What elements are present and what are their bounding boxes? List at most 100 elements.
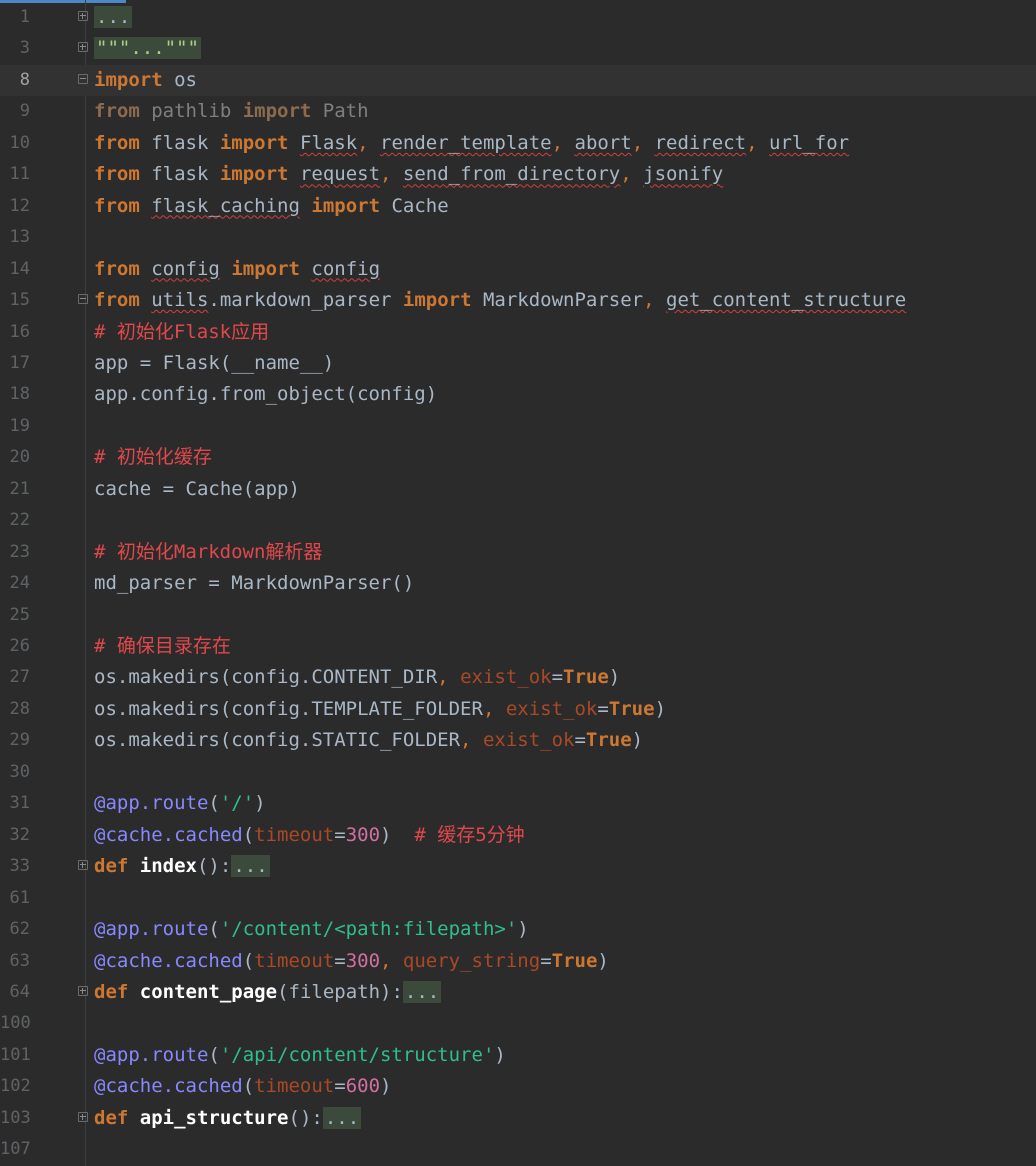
code-token: 300 bbox=[345, 949, 381, 972]
code-token: import bbox=[242, 100, 312, 123]
code-line[interactable]: 23 # 初始化Markdown解析器 bbox=[0, 537, 1036, 568]
code-line[interactable]: 64 def content_page(filepath):... bbox=[0, 977, 1036, 1008]
code-line[interactable]: 12 from flask_caching import Cache bbox=[0, 191, 1036, 222]
code-line[interactable]: 1... bbox=[0, 2, 1036, 33]
code-token: flask_caching bbox=[151, 194, 300, 217]
code-token: import bbox=[231, 257, 300, 280]
code-line[interactable]: 30 bbox=[0, 757, 1036, 788]
code-token[interactable]: ... bbox=[322, 1106, 362, 1129]
code-token: render_template bbox=[380, 131, 552, 154]
code-line[interactable]: 29 os.makedirs(config.STATIC_FOLDER, exis… bbox=[0, 725, 1036, 756]
code-token: 300 bbox=[345, 823, 381, 846]
code-line[interactable]: 33 def index():... bbox=[0, 851, 1036, 882]
code-line[interactable]: 19 bbox=[0, 411, 1036, 442]
code-line[interactable]: 103 def api_structure():... bbox=[0, 1103, 1036, 1134]
code-token: '/content/<path:filepath>' bbox=[219, 918, 518, 941]
code-line[interactable]: 21 cache = Cache(app) bbox=[0, 474, 1036, 505]
line-number: 18 bbox=[9, 384, 30, 405]
code-token: ( bbox=[242, 823, 255, 846]
code-line[interactable]: 100 bbox=[0, 1008, 1036, 1039]
line-number: 17 bbox=[9, 352, 30, 373]
line-number: 19 bbox=[9, 415, 30, 436]
code-line[interactable]: 62 @app.route('/content/<path:filepath>') bbox=[0, 914, 1036, 945]
line-number: 29 bbox=[9, 730, 30, 751]
code-line[interactable]: 63 @cache.cached(timeout=300, query_strin… bbox=[0, 946, 1036, 977]
code-token: @app.route bbox=[94, 918, 209, 941]
code-line[interactable]: 26 # 确保目录存在 bbox=[0, 631, 1036, 662]
code-line[interactable]: 24 md_parser = MarkdownParser() bbox=[0, 568, 1036, 599]
code-line[interactable]: 107 bbox=[0, 1134, 1036, 1165]
code-line[interactable]: 101 @app.route('/api/content/structure') bbox=[0, 1040, 1036, 1071]
code-token: (): bbox=[288, 1106, 323, 1129]
code-token: ( bbox=[242, 1075, 255, 1098]
code-token: timeout bbox=[254, 823, 335, 846]
code-line[interactable]: 32 @cache.cached(timeout=300) # 缓存5分钟 bbox=[0, 820, 1036, 851]
line-number: 11 bbox=[9, 164, 30, 185]
fold-expand-icon[interactable] bbox=[78, 860, 88, 871]
line-number: 102 bbox=[0, 1076, 31, 1097]
fold-expand-icon[interactable] bbox=[78, 985, 88, 996]
code-text: # 初始化Markdown解析器 bbox=[94, 537, 322, 568]
fold-collapse-icon[interactable] bbox=[78, 294, 88, 305]
code-token: import bbox=[219, 131, 289, 154]
code-line[interactable]: 102 @cache.cached(timeout=600) bbox=[0, 1071, 1036, 1102]
code-line[interactable]: 11 from flask import request, send_from_d… bbox=[0, 159, 1036, 190]
fold-collapse-icon[interactable] bbox=[78, 73, 88, 84]
code-token: redirect bbox=[654, 131, 747, 154]
code-line[interactable]: 28 os.makedirs(config.TEMPLATE_FOLDER, ex… bbox=[0, 694, 1036, 725]
fold-expand-icon[interactable] bbox=[78, 42, 88, 53]
code-token: ) bbox=[517, 918, 529, 941]
code-line[interactable]: 13 bbox=[0, 222, 1036, 253]
code-token: import bbox=[311, 194, 381, 217]
code-token: def bbox=[94, 980, 129, 1003]
code-token: flask bbox=[139, 131, 220, 154]
code-line[interactable]: 9 from pathlib import Path bbox=[0, 96, 1036, 127]
code-line[interactable]: 17 app = Flask(__name__) bbox=[0, 348, 1036, 379]
code-token: ) bbox=[654, 697, 667, 720]
code-token[interactable]: """...""" bbox=[94, 37, 201, 60]
code-token: , bbox=[460, 729, 483, 752]
code-line[interactable]: 20 # 初始化缓存 bbox=[0, 442, 1036, 473]
fold-expand-icon[interactable] bbox=[78, 1111, 88, 1122]
line-number: 20 bbox=[9, 447, 30, 468]
code-token: exist_ok bbox=[460, 666, 552, 689]
code-line[interactable]: 3 """...""" bbox=[0, 33, 1036, 64]
code-editor[interactable]: 1... 3 """...""" 8 import os 9 from pathlib im… bbox=[0, 0, 1036, 1166]
code-line[interactable]: 18 app.config.from_object(config) bbox=[0, 379, 1036, 410]
code-line[interactable]: 15 from utils.markdown_parser import Mark… bbox=[0, 285, 1036, 316]
line-number: 8 bbox=[19, 69, 30, 90]
line-number: 9 bbox=[19, 101, 30, 122]
code-token: @cache.cached bbox=[94, 949, 243, 972]
code-token: = bbox=[334, 949, 346, 972]
code-line[interactable]: 61 bbox=[0, 883, 1036, 914]
code-token[interactable]: ... bbox=[231, 855, 270, 878]
code-token: @app.route bbox=[94, 1043, 209, 1066]
line-number: 107 bbox=[0, 1139, 31, 1160]
code-token: @cache.cached bbox=[94, 823, 243, 846]
line-number: 25 bbox=[9, 604, 30, 625]
code-line[interactable]: 16 # 初始化Flask应用 bbox=[0, 317, 1036, 348]
code-token[interactable]: ... bbox=[94, 6, 133, 28]
code-token: , bbox=[746, 131, 770, 154]
code-token: from bbox=[94, 289, 140, 312]
code-line[interactable]: 22 bbox=[0, 505, 1036, 536]
code-line[interactable]: 31 @app.route('/') bbox=[0, 788, 1036, 819]
code-token: timeout bbox=[254, 949, 335, 972]
code-line[interactable]: 10 from flask import Flask, render_templa… bbox=[0, 128, 1036, 159]
fold-expand-icon[interactable] bbox=[78, 11, 88, 21]
code-token: os.makedirs(config.STATIC_FOLDER bbox=[94, 729, 461, 752]
code-line[interactable]: 14 from config import config bbox=[0, 254, 1036, 285]
code-token[interactable]: ... bbox=[402, 980, 442, 1003]
code-token: , bbox=[551, 131, 575, 154]
code-line[interactable]: 8 import os bbox=[0, 64, 1036, 96]
line-number: 32 bbox=[9, 824, 30, 845]
code-line[interactable]: 27 os.makedirs(config.CONTENT_DIR, exist_… bbox=[0, 662, 1036, 693]
code-token: ) bbox=[597, 949, 609, 972]
code-text: ... bbox=[94, 2, 133, 33]
code-line[interactable]: 25 bbox=[0, 600, 1036, 631]
